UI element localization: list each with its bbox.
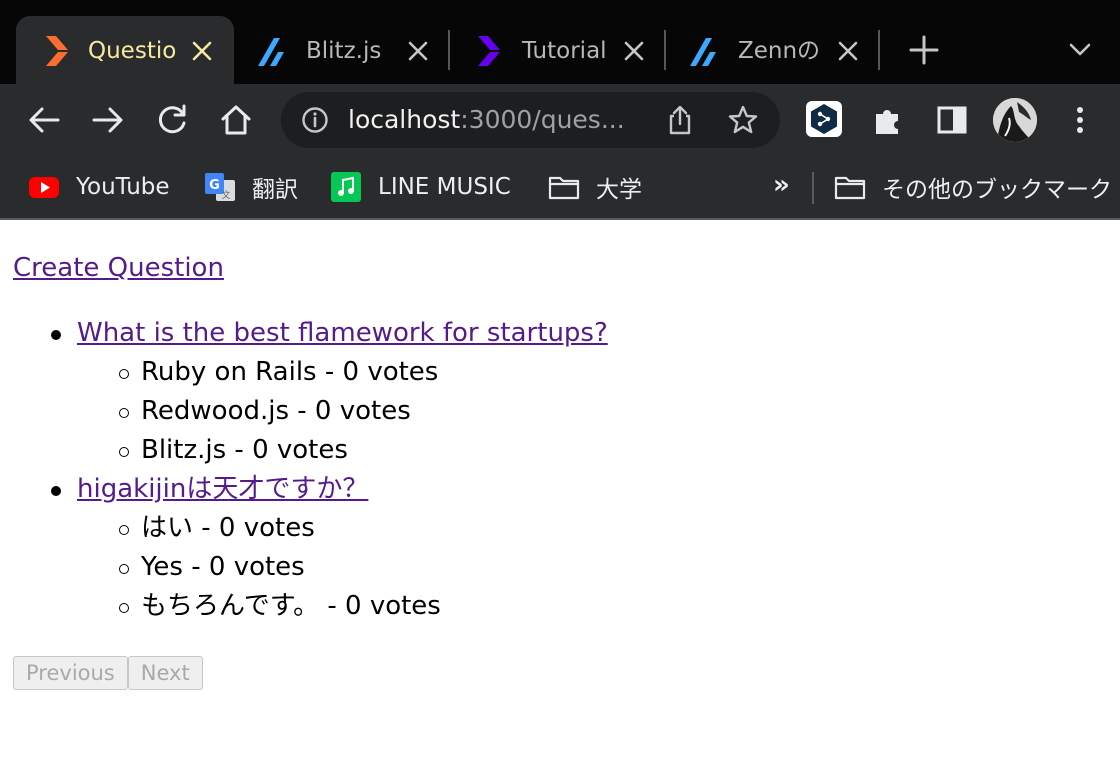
tab-title: Zennの [738, 38, 821, 64]
question-link[interactable]: What is the best flamework for startups? [77, 318, 608, 348]
folder-icon [548, 176, 580, 200]
reload-icon[interactable] [154, 102, 190, 138]
bookmark-folder-university[interactable]: 大学 [548, 156, 642, 218]
question-list: What is the best flamework for startups?… [51, 314, 608, 626]
bookmark-translate[interactable]: G 文 翻訳 [204, 156, 298, 218]
chevron-down-icon[interactable] [1066, 38, 1094, 62]
bookmark-label: その他のブックマーク [882, 177, 1112, 203]
bookmark-line-music[interactable]: LINE MUSIC [330, 156, 511, 218]
choice-item: Ruby on Rails - 0 votes [119, 353, 608, 392]
tab-zenn[interactable]: Zennの [666, 16, 878, 84]
url-text[interactable]: localhost:3000/ques... [348, 92, 625, 148]
tab-title: Tutorial [522, 38, 607, 64]
previous-button[interactable]: Previous [13, 656, 128, 690]
zenn-logo-icon [690, 38, 716, 66]
menu-kebab-icon[interactable] [1062, 102, 1098, 138]
choice-item: Yes - 0 votes [119, 548, 608, 587]
tab-questions[interactable]: Questio [16, 16, 234, 84]
choice-list: はい - 0 votes Yes - 0 votes もちろんです。 - 0 v… [77, 509, 608, 626]
deepl-extension-icon[interactable] [806, 101, 842, 137]
choice-list: Ruby on Rails - 0 votes Redwood.js - 0 v… [77, 353, 608, 470]
deepl-logo-icon [811, 104, 837, 134]
blitz-logo-icon [478, 36, 500, 66]
google-translate-icon: G 文 [205, 173, 235, 201]
tab-blitz[interactable]: Blitz.js [234, 16, 448, 84]
profile-avatar[interactable] [993, 98, 1037, 142]
close-icon[interactable] [834, 37, 862, 65]
bookmarks-bar: YouTube G 文 翻訳 LINE MUSIC 大学 » その他のブックマー… [0, 156, 1120, 220]
bookmark-label: 大学 [596, 177, 642, 203]
question-item: higakijinは天才ですか？ はい - 0 votes Yes - 0 vo… [51, 470, 608, 626]
extensions-puzzle-icon[interactable] [870, 102, 906, 138]
question-link[interactable]: higakijinは天才ですか？ [77, 474, 368, 504]
svg-text:G: G [209, 178, 220, 193]
question-item: What is the best flamework for startups?… [51, 314, 608, 470]
tab-strip: Questio Blitz.js Tutorial Zennの [0, 0, 1120, 84]
tab-tutorial[interactable]: Tutorial [450, 16, 664, 84]
choice-item: もちろんです。 - 0 votes [119, 587, 608, 626]
toolbar: localhost:3000/ques... [0, 84, 1120, 156]
tab-separator [878, 30, 880, 70]
share-icon[interactable] [665, 105, 695, 135]
bookmark-youtube[interactable]: YouTube [28, 156, 170, 218]
url-path: :3000/ques... [460, 105, 625, 134]
close-icon[interactable] [188, 37, 216, 65]
pagination: Previous Next [13, 656, 203, 690]
forward-arrow-icon[interactable] [90, 102, 126, 138]
page-content: Create Question What is the best flamewo… [0, 222, 1120, 772]
bookmark-label: LINE MUSIC [378, 174, 511, 200]
url-host: localhost [348, 105, 461, 134]
bookmarks-separator [812, 172, 814, 204]
choice-item: Blitz.js - 0 votes [119, 431, 608, 470]
youtube-icon [29, 177, 59, 198]
side-panel-icon[interactable] [934, 102, 970, 138]
close-icon[interactable] [404, 37, 432, 65]
back-arrow-icon[interactable] [26, 102, 62, 138]
home-icon[interactable] [218, 102, 254, 138]
star-icon[interactable] [727, 104, 759, 136]
close-icon[interactable] [620, 37, 648, 65]
tab-title: Questio [88, 38, 177, 64]
svg-text:文: 文 [221, 189, 230, 201]
bookmark-other-folder[interactable]: その他のブックマーク [834, 156, 1112, 218]
choice-item: はい - 0 votes [119, 509, 608, 548]
tab-title: Blitz.js [306, 38, 382, 64]
line-music-icon [331, 172, 361, 202]
next-button[interactable]: Next [127, 656, 203, 690]
bookmarks-overflow-button[interactable]: » [773, 170, 790, 200]
info-icon[interactable] [301, 106, 329, 134]
blitz-logo-icon [46, 36, 68, 66]
address-bar[interactable]: localhost:3000/ques... [281, 92, 780, 148]
create-question-link[interactable]: Create Question [13, 251, 224, 285]
zenn-logo-icon [258, 38, 284, 66]
folder-icon [834, 176, 866, 200]
choice-item: Redwood.js - 0 votes [119, 392, 608, 431]
bookmark-label: 翻訳 [252, 177, 298, 203]
profile-photo-icon [993, 98, 1037, 142]
bookmark-label: YouTube [76, 174, 170, 200]
plus-icon[interactable] [908, 34, 940, 66]
